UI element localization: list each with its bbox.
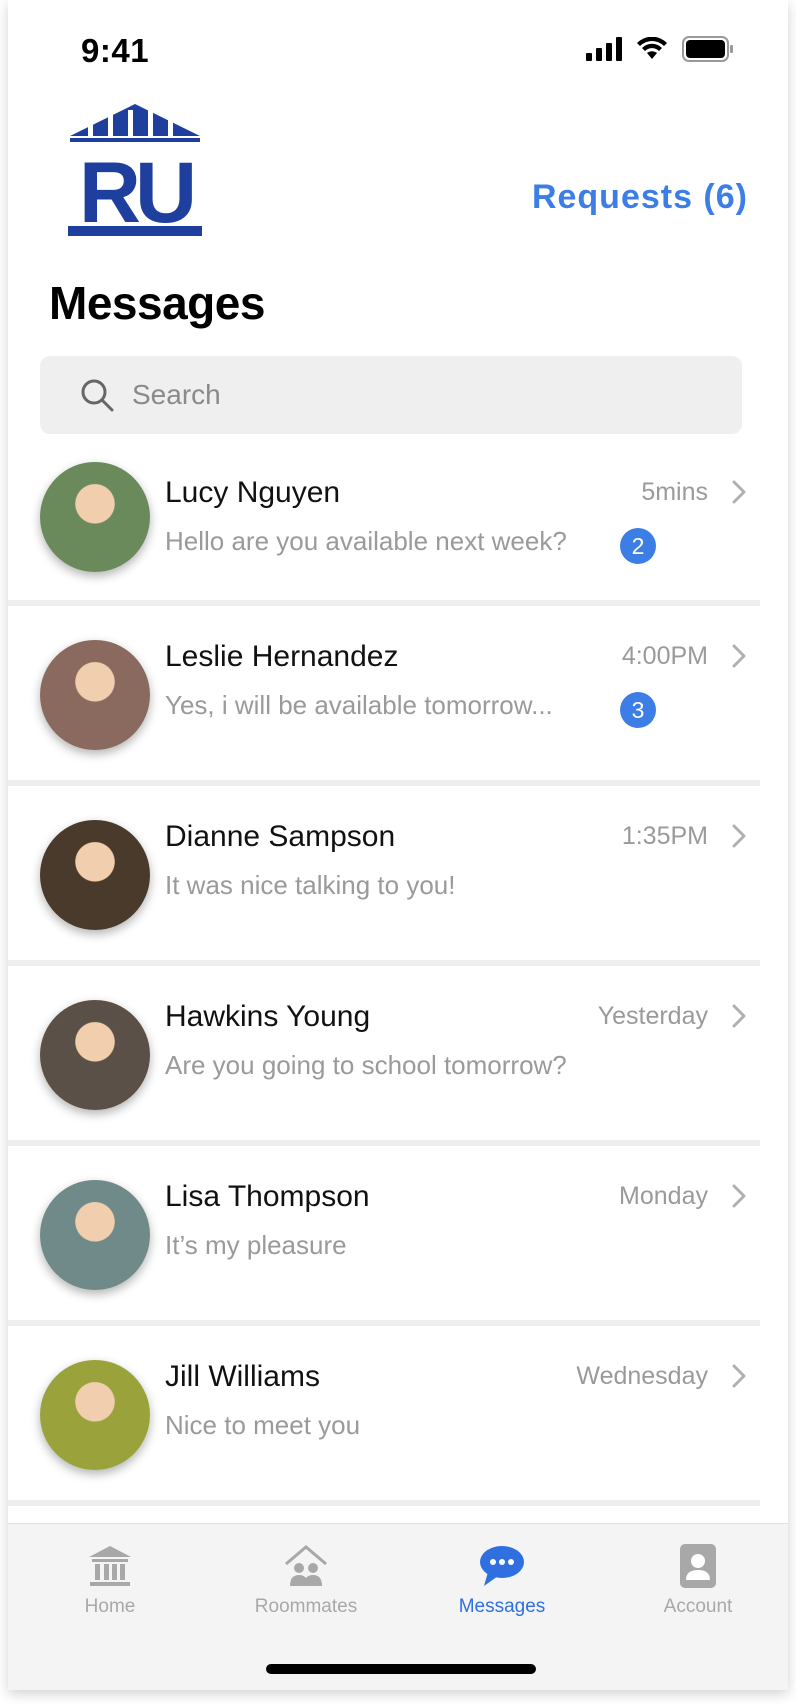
contact-name: Leslie Hernandez [165, 640, 399, 673]
message-preview: It’s my pleasure [165, 1230, 347, 1260]
search-input[interactable] [130, 378, 694, 412]
avatar [40, 640, 150, 750]
tab-messages[interactable]: Messages [422, 1542, 582, 1618]
bank-icon [89, 1546, 131, 1586]
contact-name: Dianne Sampson [165, 820, 396, 853]
message-preview: Yes, i will be available tomorrow... [165, 690, 553, 720]
unread-badge: 2 [620, 528, 656, 564]
wifi-icon [637, 37, 667, 59]
status-time: 9:41 [81, 32, 150, 69]
contact-name: Hawkins Young [165, 1000, 371, 1033]
message-time: Wednesday [576, 1362, 708, 1390]
status-bar: 9:41 [8, 0, 788, 100]
tab-label: Account [663, 1596, 733, 1617]
avatar [40, 462, 150, 572]
chat-bubble-icon [480, 1546, 524, 1586]
chevron-right-icon [732, 824, 746, 848]
search-icon [81, 379, 114, 412]
chevron-right-icon [732, 644, 746, 668]
page-title: Messages [49, 277, 265, 329]
avatar [40, 1360, 150, 1470]
phone-screen: 9:41 RU Requests (6) Messages Search Luc… [8, 0, 788, 1690]
chevron-right-icon [732, 1364, 746, 1388]
message-preview: Are you going to school tomorrow? [165, 1050, 567, 1080]
message-time: 4:00PM [621, 642, 708, 670]
chevron-right-icon [732, 480, 746, 504]
requests-link[interactable]: Requests (6) [532, 178, 748, 217]
message-time: 1:35PM [621, 822, 708, 850]
contact-name: Jill Williams [165, 1360, 320, 1393]
unread-badge: 3 [620, 692, 656, 728]
tab-roommates[interactable]: Roommates [226, 1542, 386, 1618]
avatar [40, 820, 150, 930]
chevron-right-icon [732, 1184, 746, 1208]
ru-logo: RU [68, 104, 202, 241]
conversation-row[interactable]: Dianne Sampson It was nice talking to you… [8, 790, 760, 966]
account-icon [680, 1544, 716, 1588]
message-time: Monday [619, 1182, 708, 1210]
conversation-row[interactable]: Lucy Nguyen Hello are you available next … [8, 440, 760, 606]
search-bar[interactable] [40, 356, 742, 434]
chevron-right-icon [732, 1004, 746, 1028]
contact-name: Lisa Thompson [165, 1180, 370, 1213]
message-time: Yesterday [597, 1002, 708, 1030]
avatar [40, 1000, 150, 1110]
tab-label: Home [84, 1596, 136, 1617]
message-preview: Hello are you available next week? [165, 526, 567, 556]
battery-icon [682, 36, 733, 62]
message-time: 5mins [641, 478, 708, 506]
message-preview: It was nice talking to you! [165, 870, 456, 900]
conversation-row[interactable]: Leslie Hernandez Yes, i will be available… [8, 610, 760, 786]
tab-label: Messages [458, 1596, 546, 1617]
contact-name: Lucy Nguyen [165, 476, 341, 509]
home-indicator [266, 1664, 536, 1674]
avatar [40, 1180, 150, 1290]
roommates-icon [285, 1545, 327, 1586]
status-icons [586, 36, 734, 62]
cellular-signal-icon [586, 37, 622, 61]
message-preview: Nice to meet you [165, 1410, 361, 1440]
conversation-row[interactable]: Jill Williams Nice to meet you Wednesday [8, 1330, 760, 1506]
tab-account[interactable]: Account [618, 1542, 778, 1618]
tab-label: Roommates [254, 1596, 358, 1617]
tab-home[interactable]: Home [30, 1542, 190, 1618]
conversation-row[interactable]: Lisa Thompson It’s my pleasure Monday [8, 1150, 760, 1326]
tab-bar: Home Roommates Messages Account [8, 1523, 788, 1690]
conversation-row[interactable]: Hawkins Young Are you going to school tom… [8, 970, 760, 1146]
